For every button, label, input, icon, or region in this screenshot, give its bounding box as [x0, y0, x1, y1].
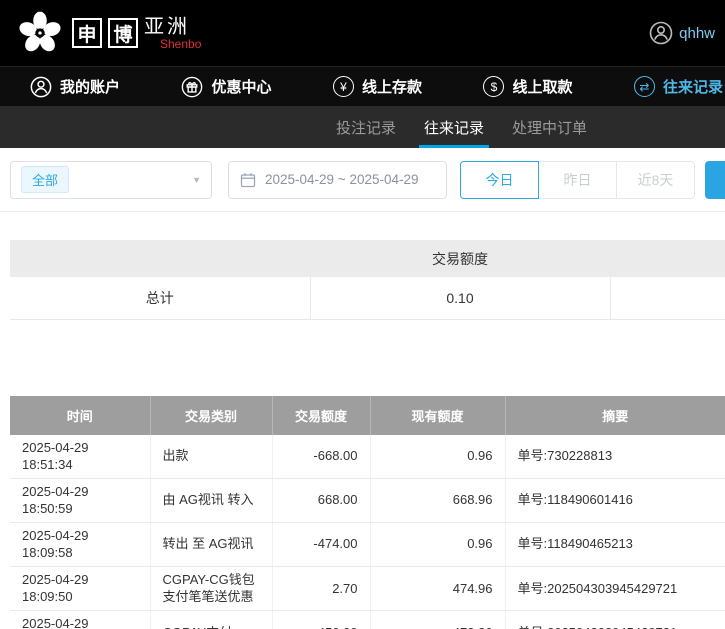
quick-date-buttons: 今日 昨日 近8天	[460, 161, 695, 199]
yesterday-button[interactable]: 昨日	[538, 161, 617, 199]
table-row: 2025-04-29 18:51:34出款-668.000.96单号:73022…	[10, 435, 725, 479]
table-row: 2025-04-29 18:09:50CGPAY-CG钱包支付笔笔送优惠2.70…	[10, 566, 725, 610]
table-row: 2025-04-29 18:09:58转出 至 AG视讯-474.000.96单…	[10, 522, 725, 566]
withdraw-icon: $	[483, 76, 504, 97]
tab-label: 往来记录	[424, 117, 484, 138]
summary-total-row: 总计 0.10	[10, 277, 725, 319]
nav-item-my-account[interactable]: 我的账户	[30, 76, 120, 98]
tab-label: 投注记录	[336, 117, 396, 138]
table-cell: -474.00	[272, 522, 370, 566]
flower-logo-icon	[14, 7, 66, 59]
quick-button-label: 今日	[486, 170, 514, 190]
deposit-icon: ¥	[333, 76, 354, 97]
user-account-area[interactable]: qhhw	[649, 21, 715, 45]
table-cell: 出款	[150, 435, 272, 479]
summary-empty-cell	[610, 277, 725, 319]
table-row: 2025-04-29 18:09:50CGPAY支付450.00472.26单号…	[10, 610, 725, 629]
account-icon	[30, 76, 52, 98]
quick-button-label: 近8天	[638, 170, 674, 190]
summary-header-empty	[610, 240, 725, 277]
logo-brand-text: Shenbo	[160, 38, 201, 50]
column-header-time: 时间	[10, 396, 150, 435]
selected-type-chip: 全部	[21, 166, 69, 193]
promotion-icon	[181, 76, 203, 98]
table-cell: 0.96	[370, 522, 505, 566]
summary-header-empty	[10, 240, 310, 277]
main-nav: 我的账户 优惠中心 ¥ 线上存款 $ 线上取款 ⇄ 往来记录	[0, 66, 725, 106]
table-row: 2025-04-29 18:50:59由 AG视讯 转入668.00668.96…	[10, 478, 725, 522]
today-button[interactable]: 今日	[460, 161, 539, 199]
table-cell: 668.00	[272, 478, 370, 522]
table-cell: 单号:730228813	[505, 435, 725, 479]
tab-label: 处理中订单	[512, 117, 587, 138]
nav-item-withdraw[interactable]: $ 线上取款	[483, 76, 572, 97]
table-cell: 472.26	[370, 610, 505, 629]
table-cell: 单号:118490601416	[505, 478, 725, 522]
search-button[interactable]	[705, 161, 725, 199]
table-cell: 转出 至 AG视讯	[150, 522, 272, 566]
column-header-amount: 交易额度	[272, 396, 370, 435]
table-cell: 单号:202504303945429721	[505, 566, 725, 610]
table-cell: 单号:202504303945429721	[505, 610, 725, 629]
summary-header-label: 交易额度	[310, 240, 610, 277]
brand-logo[interactable]: 申 博 亚洲 Shenbo	[14, 7, 201, 59]
date-range-picker[interactable]: 2025-04-29 ~ 2025-04-29	[228, 161, 447, 199]
table-cell: 2025-04-29 18:50:59	[10, 478, 150, 522]
nav-item-deposit[interactable]: ¥ 线上存款	[333, 76, 422, 97]
column-header-balance: 现有额度	[370, 396, 505, 435]
logo-char-box: 博	[108, 18, 138, 48]
tab-transaction-records[interactable]: 往来记录	[424, 106, 484, 148]
username-text: qhhw	[679, 25, 715, 42]
table-cell: 由 AG视讯 转入	[150, 478, 272, 522]
summary-header-row: 交易额度	[10, 240, 725, 277]
table-cell: 2.70	[272, 566, 370, 610]
sub-nav: 投注记录 往来记录 处理中订单	[0, 106, 725, 148]
records-table: 时间 交易类别 交易额度 现有额度 摘要 2025-04-29 18:51:34…	[10, 396, 725, 629]
table-cell: 2025-04-29 18:09:50	[10, 566, 150, 610]
summary-total-value: 0.10	[310, 277, 610, 319]
table-cell: 2025-04-29 18:09:50	[10, 610, 150, 629]
records-table-head: 时间 交易类别 交易额度 现有额度 摘要	[10, 396, 725, 435]
chevron-down-icon: ▼	[192, 175, 201, 185]
top-header: 申 博 亚洲 Shenbo qhhw	[0, 0, 725, 66]
table-cell: CGPAY支付	[150, 610, 272, 629]
summary-total-label: 总计	[10, 277, 310, 319]
table-cell: 2025-04-29 18:51:34	[10, 435, 150, 479]
table-cell: 668.96	[370, 478, 505, 522]
table-cell: 单号:118490465213	[505, 522, 725, 566]
column-header-memo: 摘要	[505, 396, 725, 435]
tab-betting-records[interactable]: 投注记录	[336, 106, 396, 148]
nav-item-records[interactable]: ⇄ 往来记录	[634, 76, 723, 97]
user-avatar-icon	[649, 21, 673, 45]
nav-item-label: 线上取款	[512, 76, 572, 97]
last-8-days-button[interactable]: 近8天	[616, 161, 695, 199]
calendar-icon	[240, 172, 256, 188]
column-header-type: 交易类别	[150, 396, 272, 435]
nav-item-label: 优惠中心	[211, 76, 271, 97]
nav-item-label: 我的账户	[60, 76, 120, 97]
filter-bar: 全部 ▼ 2025-04-29 ~ 2025-04-29 今日 昨日 近8天	[0, 148, 725, 212]
tab-processing-orders[interactable]: 处理中订单	[512, 106, 587, 148]
nav-item-promotions[interactable]: 优惠中心	[181, 76, 271, 98]
records-icon: ⇄	[634, 76, 655, 97]
table-cell: 0.96	[370, 435, 505, 479]
summary-table: 交易额度 总计 0.10	[10, 240, 725, 320]
nav-item-label: 往来记录	[663, 76, 723, 97]
quick-button-label: 昨日	[564, 170, 592, 190]
logo-char-box: 申	[72, 18, 102, 48]
nav-item-label: 线上存款	[362, 76, 422, 97]
table-cell: 450.00	[272, 610, 370, 629]
table-cell: 2025-04-29 18:09:58	[10, 522, 150, 566]
records-table-body: 2025-04-29 18:51:34出款-668.000.96单号:73022…	[10, 435, 725, 629]
logo-region-text: 亚洲	[144, 16, 201, 38]
date-range-value: 2025-04-29 ~ 2025-04-29	[265, 172, 419, 187]
table-cell: 474.96	[370, 566, 505, 610]
transaction-type-select[interactable]: 全部 ▼	[10, 161, 212, 199]
table-cell: -668.00	[272, 435, 370, 479]
table-cell: CGPAY-CG钱包支付笔笔送优惠	[150, 566, 272, 610]
